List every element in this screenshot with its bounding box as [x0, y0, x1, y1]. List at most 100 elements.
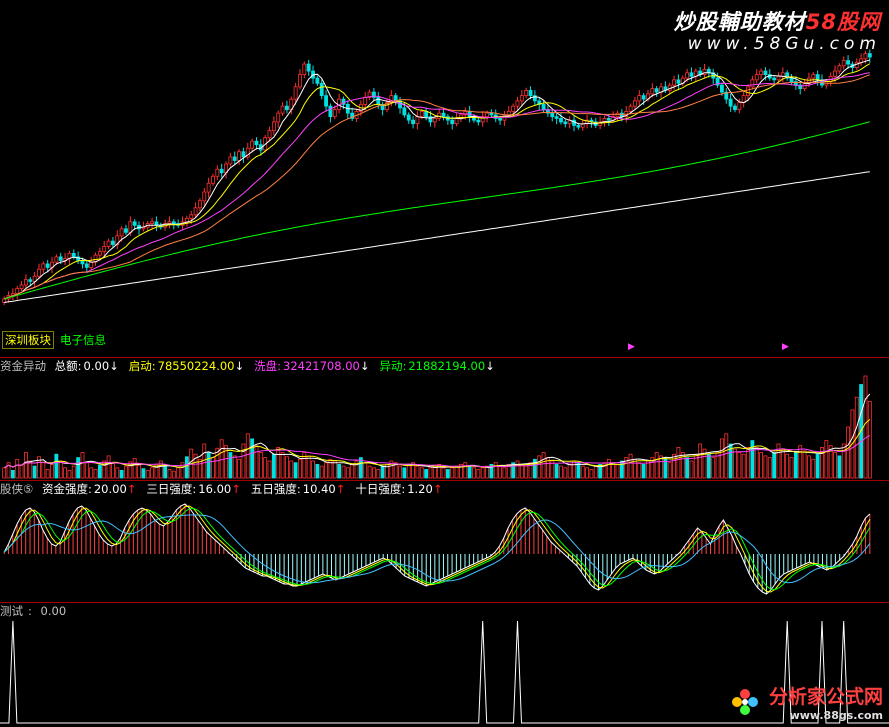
candle-body	[276, 112, 281, 123]
candle-body	[319, 82, 324, 97]
fund-bar	[280, 452, 285, 479]
fund-bar	[50, 464, 54, 479]
candle-body	[206, 182, 211, 193]
fund-bar	[502, 467, 507, 479]
fund-bar	[341, 465, 346, 479]
candle-body	[15, 288, 20, 295]
fund-bar	[493, 462, 498, 479]
candle-body	[54, 256, 59, 263]
fund-bar	[289, 460, 294, 479]
candle-body	[859, 58, 864, 63]
fund-bar	[785, 453, 790, 479]
fund-legend-item: 异动: 21882194.00↓	[379, 359, 499, 373]
candle-body	[498, 118, 502, 121]
candle-body	[750, 79, 755, 88]
fund-bar	[298, 458, 302, 479]
candle-body	[733, 105, 737, 111]
strength-legend-item: 十日强度: 1.20↑	[355, 482, 447, 496]
sector-tag[interactable]: 深圳板块	[2, 331, 54, 349]
fund-bar	[541, 452, 546, 479]
candle-body	[550, 112, 555, 118]
watermark-bottom: 分析家公式网 www.88gs.com	[731, 682, 883, 722]
strength-legend-item: 五日强度: 10.40↑	[251, 482, 350, 496]
candle-body	[241, 151, 246, 158]
candle-body	[415, 116, 420, 125]
candle-body	[45, 263, 50, 268]
candle-body	[619, 112, 624, 118]
fund-bar	[746, 447, 750, 479]
fund-bar	[463, 462, 468, 479]
fund-bar	[563, 467, 568, 479]
fund-bar	[363, 462, 368, 479]
candle-body	[267, 130, 272, 139]
fund-bar	[724, 433, 729, 479]
fund-bar	[245, 433, 250, 479]
fund-bar	[367, 465, 372, 479]
test-label: 测试	[0, 604, 23, 618]
ma-line-120	[4, 171, 870, 303]
candle-body	[106, 240, 111, 247]
fund-bar	[63, 467, 67, 479]
strength-title: 股侠⑤	[0, 482, 34, 496]
fund-bar	[467, 465, 472, 479]
fund-bar	[163, 465, 168, 479]
fund-bar	[472, 467, 476, 479]
strength-legend-label: 五日强度:	[250, 482, 301, 496]
fund-bar	[641, 464, 646, 479]
industry-tag[interactable]: 电子信息	[60, 332, 106, 348]
candle-body	[215, 168, 220, 177]
candle-body	[271, 121, 276, 132]
fund-bar	[841, 443, 846, 479]
test-panel: 测试: 0.00 分析家公式网 www.88gs.com	[0, 603, 889, 727]
fund-bar	[667, 462, 672, 479]
fund-bar	[106, 455, 111, 479]
candle-body	[728, 98, 733, 107]
fund-bar	[124, 465, 128, 479]
candle-body	[576, 125, 581, 128]
candle-body	[489, 112, 494, 116]
signal-marker-icon: ▶	[628, 342, 635, 352]
candle-body	[672, 79, 676, 86]
fund-bar	[93, 469, 98, 479]
fund-bar	[15, 458, 20, 479]
strength-legend-value: 20.00	[93, 482, 127, 496]
fund-legend-value: 78550224.00	[157, 359, 235, 373]
fund-bar	[737, 452, 742, 479]
fund-bar	[567, 464, 572, 479]
candle-body	[867, 53, 872, 58]
fund-bar	[580, 465, 585, 479]
candle-body	[811, 74, 816, 79]
strength-chart[interactable]	[0, 481, 889, 602]
fund-bar	[802, 450, 807, 479]
fund-bar	[615, 464, 620, 479]
fund-bar	[759, 452, 763, 479]
fund-bar	[402, 467, 407, 479]
candle-body	[628, 105, 633, 112]
watermark-top-brand: 58股网	[805, 10, 881, 34]
fund-bar	[350, 464, 355, 479]
candle-body	[111, 240, 115, 246]
fund-bar	[811, 458, 816, 479]
fund-bar	[798, 445, 803, 479]
strength-legend-label: 三日强度:	[146, 482, 197, 496]
watermark-bottom-url: www.88gs.com	[789, 709, 883, 722]
watermark-top-url: www.58Gu.com	[687, 34, 881, 54]
fund-bar	[141, 468, 146, 479]
candle-body	[285, 105, 289, 111]
candle-body	[485, 112, 489, 118]
strength-line	[3, 514, 871, 584]
fund-chart[interactable]	[0, 358, 889, 480]
candle-body	[211, 175, 215, 184]
fund-bar	[524, 465, 529, 479]
fund-bar	[319, 465, 324, 479]
fund-bar	[837, 455, 842, 479]
candle-body	[863, 53, 868, 60]
candle-body	[519, 95, 524, 102]
fund-bar	[554, 464, 559, 479]
candle-body	[737, 102, 742, 111]
fund-bar	[711, 457, 716, 479]
fund-bar	[372, 467, 376, 479]
fund-bar	[676, 447, 681, 479]
fund-bar	[45, 469, 50, 479]
candle-body	[685, 72, 690, 79]
